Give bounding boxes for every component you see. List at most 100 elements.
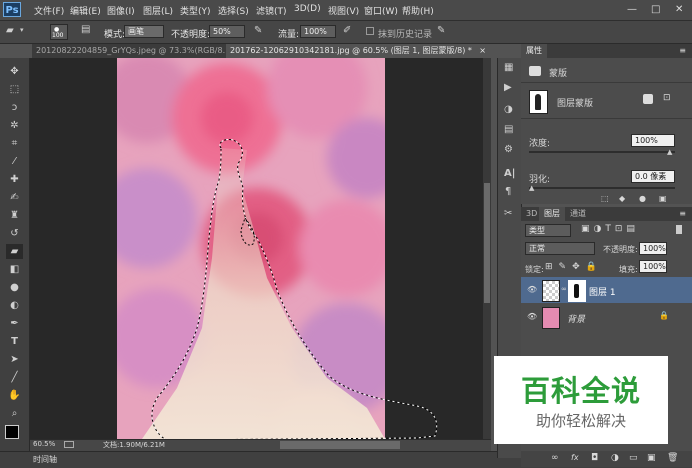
chevron-down-icon[interactable]: ▾ — [20, 26, 24, 34]
eyedropper-tool-icon[interactable]: ⁄ — [6, 154, 23, 169]
visibility-eye-icon[interactable]: 👁 — [527, 285, 537, 294]
layer-1-name[interactable]: 图层 1 — [589, 285, 616, 298]
load-selection-icon[interactable]: ⬚ — [601, 194, 609, 203]
panel-menu-icon[interactable]: ≡ — [679, 46, 686, 55]
menu-help[interactable]: 帮助(H) — [402, 4, 434, 17]
vertical-scrollbar[interactable] — [483, 58, 491, 439]
menu-filter[interactable]: 滤镜(T) — [256, 4, 287, 17]
paragraph-panel-icon[interactable]: ¶ — [505, 186, 511, 197]
fill-field[interactable]: 100% — [639, 260, 667, 273]
menu-edit[interactable]: 编辑(E) — [70, 4, 101, 17]
swatches-panel-icon[interactable]: ▤ — [504, 124, 513, 135]
disable-mask-icon[interactable]: ● — [639, 194, 646, 203]
history-brush-icon[interactable]: ↺ — [6, 226, 23, 241]
tool-presets-icon[interactable]: ✂ — [504, 208, 512, 219]
add-mask-icon[interactable]: ◘ — [591, 453, 598, 463]
link-icon[interactable]: ∞ — [561, 285, 567, 293]
type-tool-icon[interactable]: T — [6, 334, 23, 349]
apply-mask-icon[interactable]: ◆ — [619, 194, 625, 203]
stamp-tool-icon[interactable]: ♜ — [6, 208, 23, 223]
gradient-tool-icon[interactable]: ◧ — [6, 262, 23, 277]
pressure-opacity-icon[interactable]: ✎ — [254, 25, 262, 36]
maximize-button[interactable]: □ — [651, 4, 660, 15]
airbrush-icon[interactable]: ✐ — [343, 25, 351, 36]
layer-row-background[interactable]: 👁 背景 🔒 — [521, 304, 692, 330]
adjustments-panel-icon[interactable]: ◑ — [504, 104, 513, 115]
menu-window[interactable]: 窗口(W) — [364, 4, 398, 17]
history-panel-icon[interactable]: ▦ — [504, 62, 513, 73]
tab-document-2[interactable]: 201762-12062910342181.jpg @ 60.5% (图层 1,… — [226, 44, 490, 58]
line-tool-icon[interactable]: ╱ — [6, 370, 23, 385]
adjustment-layer-icon[interactable]: ◑ — [611, 453, 619, 463]
menu-type[interactable]: 类型(Y) — [180, 4, 211, 17]
pressure-size-icon[interactable]: ✎ — [437, 25, 445, 36]
filter-toggle-icon[interactable] — [676, 225, 682, 234]
menu-select[interactable]: 选择(S) — [218, 4, 249, 17]
brush-preset-picker[interactable]: ● 100 — [50, 24, 68, 40]
hand-tool-icon[interactable]: ✋ — [6, 388, 23, 403]
menu-file[interactable]: 文件(F) — [34, 4, 64, 17]
character-panel-icon[interactable]: A| — [504, 168, 515, 179]
brush-panel-icon[interactable]: ▤ — [81, 24, 90, 35]
timeline-label[interactable]: 时间轴 — [33, 454, 57, 465]
zoom-level[interactable]: 60.5% — [33, 440, 55, 448]
close-window-button[interactable]: ✕ — [675, 4, 683, 15]
eraser-tool-icon[interactable]: ▰ — [6, 25, 14, 36]
delete-mask-icon[interactable]: ▣ — [659, 194, 667, 203]
crop-tool-icon[interactable]: ⌗ — [6, 136, 23, 151]
new-group-icon[interactable]: ▭ — [629, 453, 638, 463]
layer-filter-select[interactable]: 类型 — [525, 224, 571, 237]
layers-panel-menu-icon[interactable]: ≡ — [679, 209, 686, 218]
status-export-icon[interactable] — [64, 441, 74, 448]
vertical-scroll-thumb[interactable] — [484, 183, 490, 303]
new-layer-icon[interactable]: ▣ — [647, 453, 656, 463]
tab-document-1[interactable]: 20120822204859_GrYQs.jpeg @ 73.3%(RGB/8.… — [32, 44, 230, 58]
blend-mode-select[interactable]: 正常 — [525, 242, 595, 255]
layer-1-mask-thumbnail[interactable] — [568, 280, 586, 302]
background-layer-name[interactable]: 背景 — [567, 312, 585, 325]
visibility-eye-icon[interactable]: 👁 — [527, 312, 537, 321]
menu-view[interactable]: 视图(V) — [328, 4, 359, 17]
properties-panel-icon[interactable]: ⚙ — [504, 144, 513, 155]
foreground-color-swatch[interactable] — [5, 425, 19, 439]
flow-field[interactable]: 100% — [300, 25, 336, 38]
move-tool-icon[interactable]: ✥ — [6, 64, 23, 79]
erase-history-checkbox[interactable] — [366, 27, 374, 35]
layer-opacity-field[interactable]: 100% — [639, 242, 667, 255]
actions-panel-icon[interactable]: ▶ — [504, 82, 512, 93]
mode-select[interactable]: 画笔 — [124, 25, 164, 38]
dodge-tool-icon[interactable]: ◐ — [6, 298, 23, 313]
tab-channels[interactable]: 通道 — [565, 207, 591, 221]
menu-image[interactable]: 图像(I) — [107, 4, 135, 17]
pixel-mask-icon[interactable] — [643, 94, 653, 104]
fx-icon[interactable]: fx — [571, 453, 579, 462]
tab-layers[interactable]: 图层 — [539, 207, 565, 221]
feather-slider[interactable] — [529, 187, 675, 189]
opacity-field[interactable]: 50% — [209, 25, 245, 38]
tab-close-icon[interactable]: × — [479, 44, 486, 58]
zoom-tool-icon[interactable]: ⌕ — [6, 406, 23, 421]
menu-layer[interactable]: 图层(L) — [143, 4, 173, 17]
healing-tool-icon[interactable]: ✚ — [6, 172, 23, 187]
density-field[interactable]: 100% — [631, 134, 675, 147]
brush-tool-icon[interactable]: ✍ — [6, 190, 23, 205]
horizontal-scroll-thumb[interactable] — [280, 441, 400, 449]
minimize-button[interactable]: — — [627, 4, 637, 15]
layer-row-1[interactable]: 👁 ∞ 图层 1 — [521, 277, 692, 303]
quick-select-tool-icon[interactable]: ✲ — [6, 118, 23, 133]
menu-3d[interactable]: 3D(D) — [294, 4, 321, 14]
feather-field[interactable]: 0.0 像素 — [631, 170, 675, 183]
density-slider[interactable] — [529, 151, 675, 153]
tab-properties[interactable]: 属性 — [521, 44, 547, 58]
lasso-tool-icon[interactable]: ↄ — [6, 100, 23, 115]
mask-thumbnail[interactable] — [529, 90, 548, 114]
link-layers-icon[interactable]: ∞ — [551, 453, 559, 463]
eraser-tool-icon[interactable]: ▰ — [6, 244, 23, 259]
path-select-tool-icon[interactable]: ➤ — [6, 352, 23, 367]
marquee-tool-icon[interactable]: ⬚ — [6, 82, 23, 97]
trash-icon[interactable]: 🗑 — [667, 453, 678, 463]
vector-mask-icon[interactable]: ⊡ — [663, 93, 671, 103]
feather-slider-handle[interactable]: ▲ — [529, 184, 534, 192]
lock-icons[interactable]: ⊞✎✥🔒 — [545, 262, 603, 272]
layer-filter-icons[interactable]: ▣◑T⊡▤ — [581, 224, 639, 234]
